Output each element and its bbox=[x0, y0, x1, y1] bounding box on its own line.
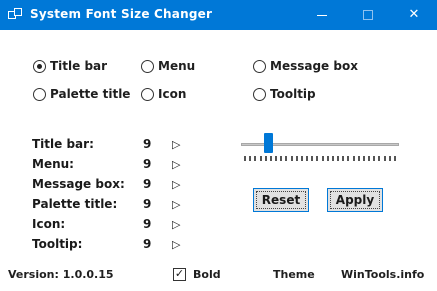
radio-menu-label[interactable]: Menu bbox=[158, 59, 195, 73]
size-label-menu: Menu: bbox=[32, 157, 74, 171]
size-label-palette-title: Palette title: bbox=[32, 197, 118, 211]
radio-palette-title-label[interactable]: Palette title bbox=[50, 87, 130, 101]
slider-tick bbox=[316, 156, 319, 161]
radio-palette-title[interactable] bbox=[33, 88, 46, 101]
minimize-icon bbox=[317, 15, 327, 16]
size-value-tooltip: 9 bbox=[143, 237, 152, 251]
size-arrow-palette-title[interactable]: ▷ bbox=[172, 198, 180, 211]
size-value-palette-title: 9 bbox=[143, 197, 152, 211]
size-arrow-message-box[interactable]: ▷ bbox=[172, 178, 180, 191]
size-arrow-icon[interactable]: ▷ bbox=[172, 218, 180, 231]
slider-tick bbox=[326, 156, 329, 161]
radio-message-box-label[interactable]: Message box bbox=[270, 59, 358, 73]
radio-title-bar[interactable] bbox=[33, 60, 46, 73]
slider-tick bbox=[311, 156, 314, 161]
size-value-menu: 9 bbox=[143, 157, 152, 171]
slider-tick bbox=[269, 156, 272, 161]
radio-tooltip-label[interactable]: Tooltip bbox=[270, 87, 316, 101]
slider-tick bbox=[368, 156, 371, 161]
slider-tick bbox=[280, 156, 283, 161]
slider-tick bbox=[275, 156, 278, 161]
slider-tick bbox=[342, 156, 345, 161]
window-title: System Font Size Changer bbox=[30, 7, 213, 21]
slider-tick bbox=[295, 156, 298, 161]
radio-message-box[interactable] bbox=[253, 60, 266, 73]
radio-title-bar-label[interactable]: Title bar bbox=[50, 59, 107, 73]
slider-tick bbox=[373, 156, 376, 161]
size-label-title-bar: Title bar: bbox=[32, 137, 94, 151]
close-icon: ✕ bbox=[408, 7, 420, 22]
slider-tick bbox=[337, 156, 340, 161]
size-value-message-box: 9 bbox=[143, 177, 152, 191]
slider-tick bbox=[254, 156, 257, 161]
slider-tick bbox=[244, 156, 246, 161]
font-size-slider-thumb[interactable] bbox=[263, 133, 273, 153]
slider-tick bbox=[321, 156, 324, 161]
bold-checkbox[interactable]: ✓ bbox=[173, 268, 186, 281]
slider-tick bbox=[347, 156, 350, 161]
slider-tick bbox=[352, 156, 355, 161]
slider-tick bbox=[331, 156, 334, 161]
radio-tooltip[interactable] bbox=[253, 88, 266, 101]
slider-tick bbox=[357, 156, 360, 161]
slider-tick bbox=[300, 156, 303, 161]
size-value-title-bar: 9 bbox=[143, 137, 152, 151]
slider-tick bbox=[383, 156, 386, 161]
slider-tick bbox=[393, 156, 396, 161]
version-text: Version: 1.0.0.15 bbox=[8, 268, 114, 281]
slider-tick bbox=[378, 156, 381, 161]
slider-tick bbox=[264, 156, 267, 161]
size-arrow-tooltip[interactable]: ▷ bbox=[172, 238, 180, 251]
slider-ticks bbox=[244, 156, 396, 161]
size-label-tooltip: Tooltip: bbox=[32, 237, 83, 251]
radio-icon-label[interactable]: Icon bbox=[158, 87, 186, 101]
app-icon bbox=[8, 8, 22, 22]
slider-tick bbox=[306, 156, 309, 161]
size-arrow-menu[interactable]: ▷ bbox=[172, 158, 180, 171]
size-label-message-box: Message box: bbox=[32, 177, 125, 191]
slider-tick bbox=[285, 156, 288, 161]
bold-label[interactable]: Bold bbox=[193, 268, 221, 281]
slider-tick bbox=[362, 156, 365, 161]
checkmark-icon: ✓ bbox=[174, 267, 185, 280]
maximize-icon bbox=[363, 10, 373, 20]
minimize-button[interactable] bbox=[299, 0, 345, 30]
size-label-icon: Icon: bbox=[32, 217, 66, 231]
slider-tick bbox=[388, 156, 391, 161]
radio-menu[interactable] bbox=[141, 60, 154, 73]
close-button[interactable]: ✕ bbox=[391, 0, 437, 30]
radio-icon[interactable] bbox=[141, 88, 154, 101]
slider-tick bbox=[290, 156, 293, 161]
theme-link[interactable]: Theme bbox=[273, 268, 315, 281]
apply-button[interactable]: Apply bbox=[327, 188, 383, 212]
website-link[interactable]: WinTools.info bbox=[341, 268, 424, 281]
slider-tick bbox=[259, 156, 262, 161]
reset-button[interactable]: Reset bbox=[253, 188, 309, 212]
size-arrow-title-bar[interactable]: ▷ bbox=[172, 138, 180, 151]
title-bar: System Font Size Changer ✕ bbox=[0, 0, 437, 30]
slider-tick bbox=[249, 156, 252, 161]
maximize-button[interactable] bbox=[345, 0, 391, 30]
size-value-icon: 9 bbox=[143, 217, 152, 231]
